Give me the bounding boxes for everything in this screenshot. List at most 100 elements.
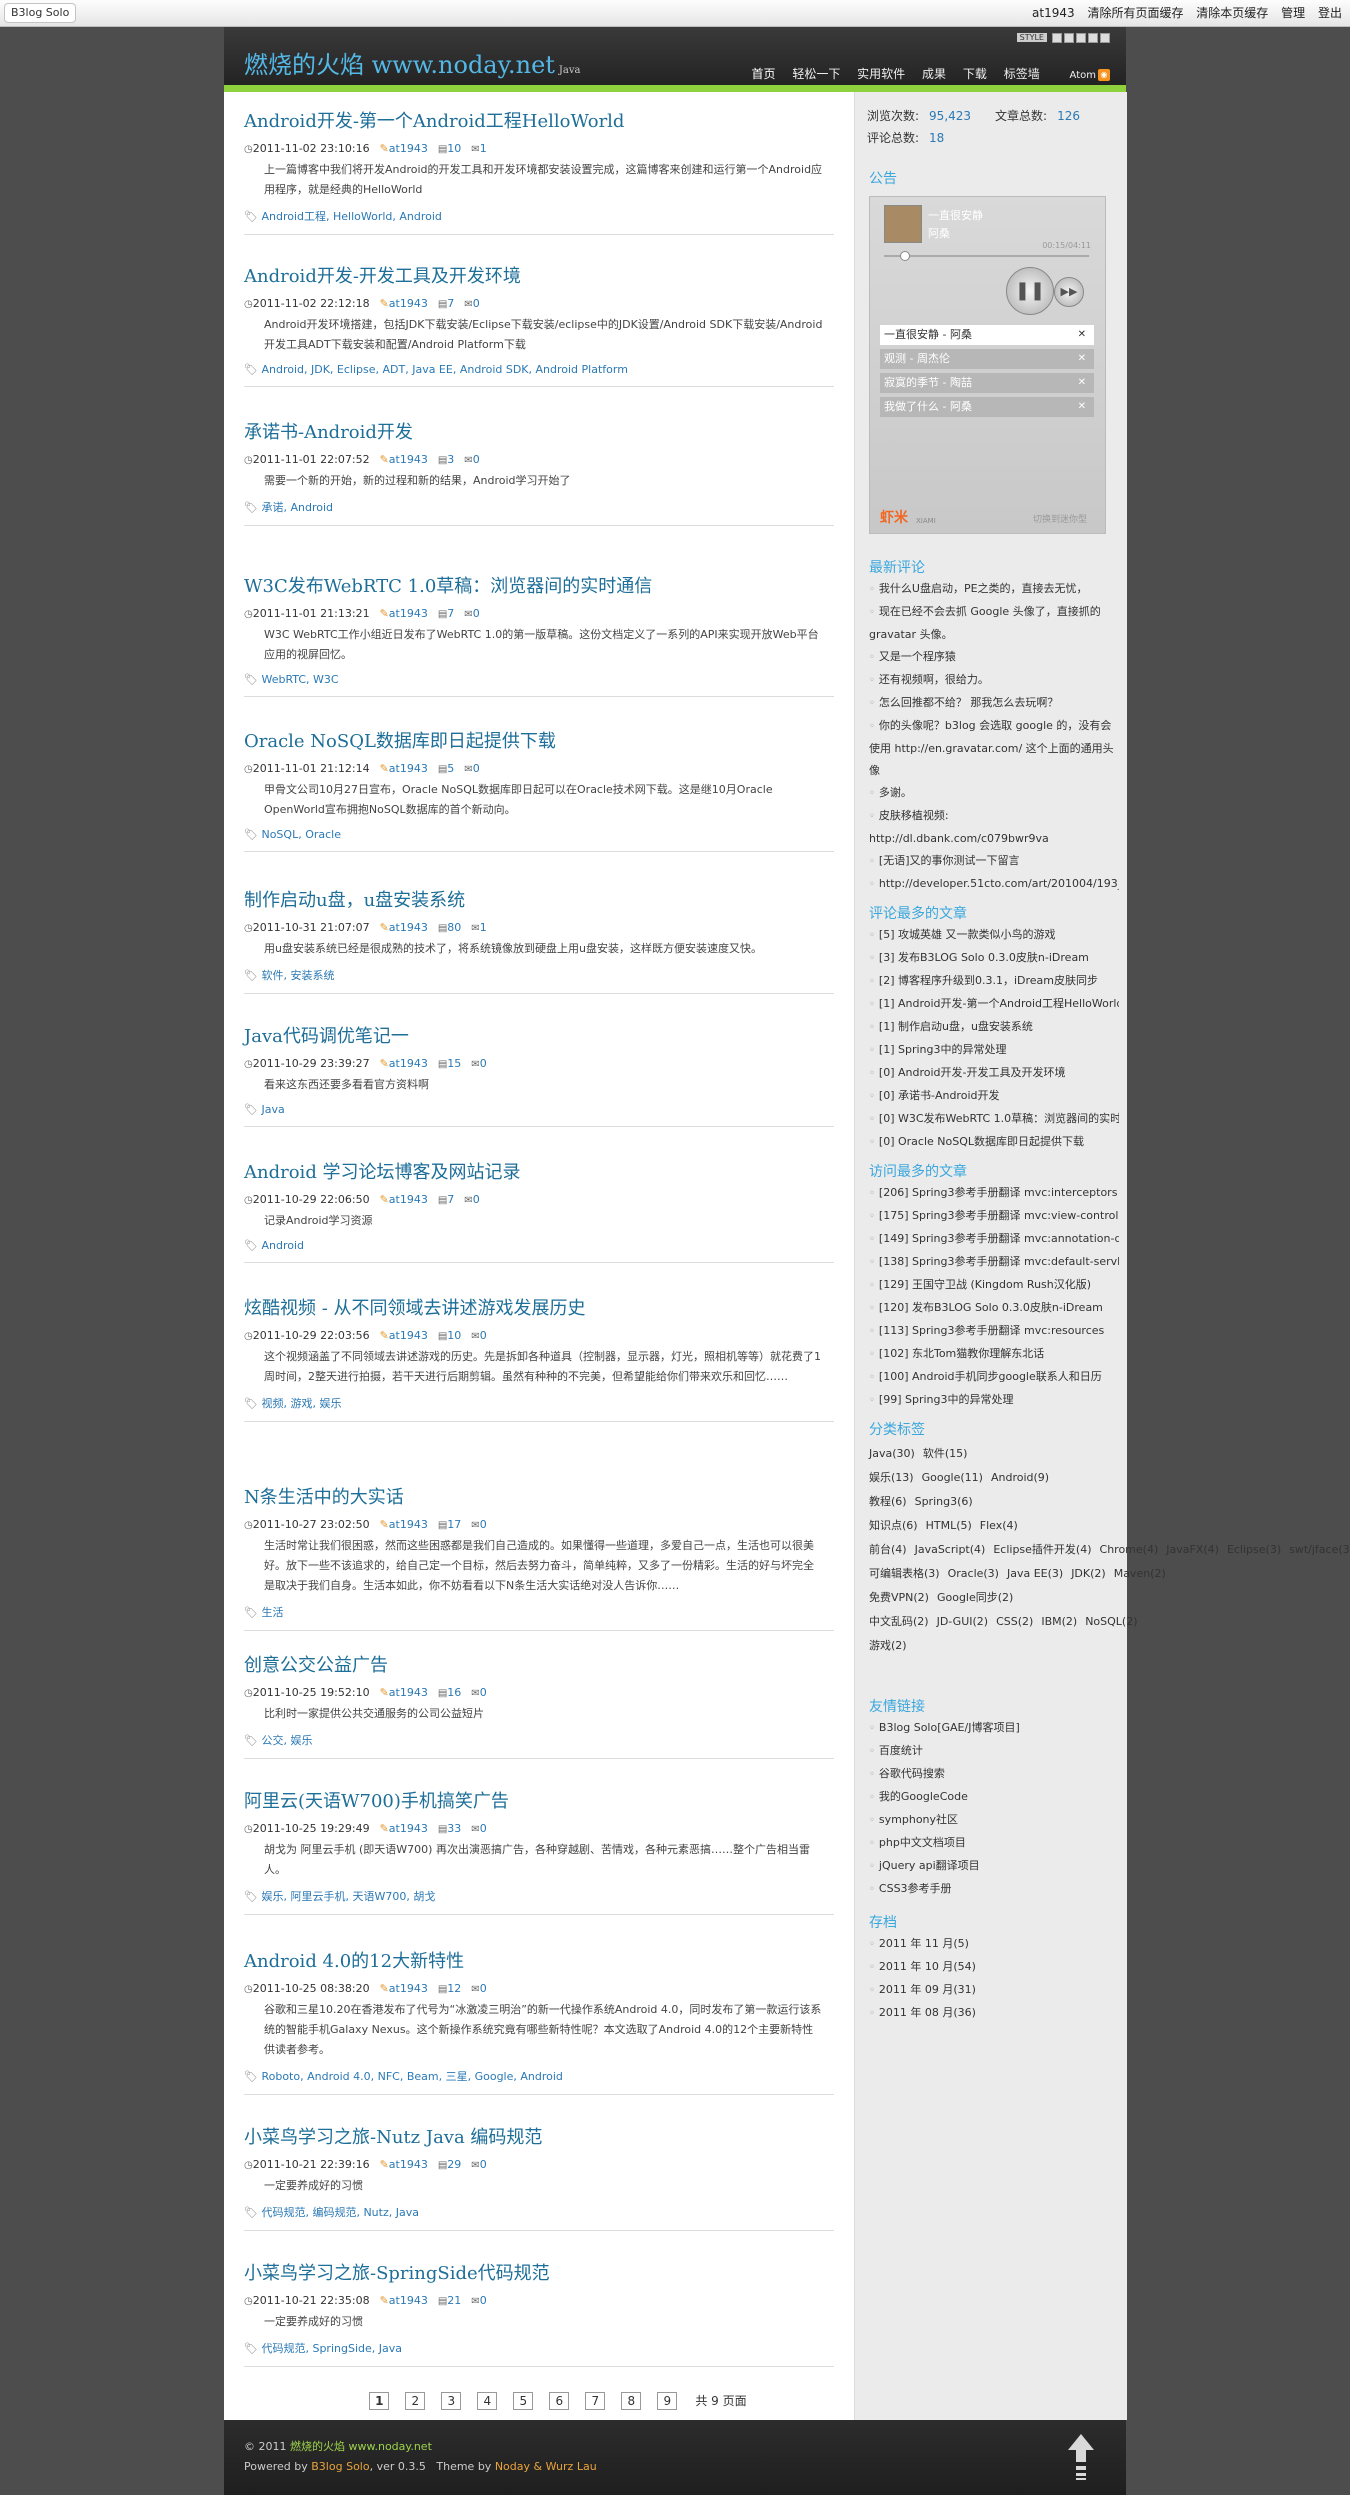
nav-software[interactable]: 实用软件 (857, 67, 905, 81)
article-tags-text[interactable]: 代码规范, 编码规范, Nutz, Java (261, 2206, 419, 2219)
article-views[interactable]: 10 (447, 142, 461, 155)
article-comments[interactable]: 0 (473, 607, 480, 620)
article-comments[interactable]: 0 (480, 1822, 487, 1835)
b3log-link[interactable]: B3log (311, 2460, 342, 2473)
friend-link-item[interactable]: ◦ php中文文档项目 (869, 1832, 1119, 1855)
page-link[interactable]: 2 (405, 2392, 426, 2410)
tag-link[interactable]: HTML(5) (926, 1519, 972, 1532)
article-tags[interactable]: 🏷 软件, 安装系统 (244, 967, 834, 983)
most-commented-item-text[interactable]: [0] W3C发布WebRTC 1.0草稿：浏览器间的实时通信 (879, 1112, 1119, 1125)
article-comments[interactable]: 0 (480, 1518, 487, 1531)
most-viewed-item[interactable]: ◦ [206] Spring3参考手册翻译 mvc:interceptors (869, 1182, 1119, 1205)
most-viewed-item[interactable]: ◦ [129] 王国守卫战 (Kingdom Rush汉化版) (869, 1274, 1119, 1297)
most-commented-item-text[interactable]: [5] 攻城英雄 又一款类似小鸟的游戏 (879, 928, 1056, 941)
archive-item[interactable]: ◦ 2011 年 11 月(5) (869, 1933, 1119, 1956)
rss-icon[interactable]: ◉ (1098, 69, 1110, 81)
article-views[interactable]: 7 (447, 607, 454, 620)
most-viewed-item-text[interactable]: [120] 发布B3LOG Solo 0.3.0皮肤n-iDream (879, 1301, 1103, 1314)
tag-link[interactable]: 知识点(6) (869, 1519, 918, 1532)
most-commented-item[interactable]: ◦ [0] Android开发-开发工具及开发环境 (869, 1062, 1119, 1085)
article-views[interactable]: 80 (447, 921, 461, 934)
remove-track-icon[interactable]: ✕ (1078, 325, 1086, 345)
article-author[interactable]: at1943 (389, 1822, 428, 1835)
article-title[interactable]: 创意公交公益广告 (244, 1651, 834, 1677)
solo-link[interactable]: Solo (346, 2460, 370, 2473)
recent-comment-item[interactable]: ◦ 怎么回推都不给？ 那我怎么去玩啊？ (869, 692, 1119, 715)
article-tags[interactable]: 🏷 代码规范, 编码规范, Nutz, Java (244, 2204, 834, 2220)
article-comments[interactable]: 0 (480, 2294, 487, 2307)
article-comments[interactable]: 0 (473, 297, 480, 310)
tag-link[interactable]: 教程(6) (869, 1495, 907, 1508)
most-commented-item-text[interactable]: [2] 博客程序升级到0.3.1，iDream皮肤同步 (879, 974, 1098, 987)
most-commented-item[interactable]: ◦ [0] Oracle NoSQL数据库即日起提供下载 (869, 1131, 1119, 1154)
article-views[interactable]: 17 (447, 1518, 461, 1531)
tag-link[interactable]: Google同步(2) (937, 1591, 1013, 1604)
tag-link[interactable]: Oracle(3) (948, 1567, 999, 1580)
archive-item[interactable]: ◦ 2011 年 08 月(36) (869, 2002, 1119, 2025)
article-views[interactable]: 21 (447, 2294, 461, 2307)
most-commented-item-text[interactable]: [3] 发布B3LOG Solo 0.3.0皮肤n-iDream (879, 951, 1089, 964)
theme-authors-link[interactable]: Noday & Wurz Lau (495, 2460, 597, 2473)
article-tags[interactable]: 🏷 代码规范, SpringSide, Java (244, 2340, 834, 2356)
most-viewed-item-text[interactable]: [129] 王国守卫战 (Kingdom Rush汉化版) (879, 1278, 1091, 1291)
tag-link[interactable]: 软件(15) (923, 1447, 968, 1460)
tag-link[interactable]: CSS(2) (996, 1615, 1033, 1628)
tag-link[interactable]: Google(11) (922, 1471, 983, 1484)
most-commented-item-text[interactable]: [1] Spring3中的异常处理 (879, 1043, 1007, 1056)
progress-bar[interactable] (884, 255, 1089, 257)
article-title[interactable]: N条生活中的大实话 (244, 1483, 834, 1509)
article-author[interactable]: at1943 (389, 921, 428, 934)
nav-home[interactable]: 首页 (751, 67, 775, 81)
recent-comment-item-text[interactable]: http://developer.51cto.com/art/201004/19… (879, 877, 1119, 890)
article-tags[interactable]: 🏷 NoSQL, Oracle (244, 828, 834, 841)
tag-link[interactable]: swt/jface(3) (1289, 1543, 1350, 1556)
nav-relax[interactable]: 轻松一下 (792, 67, 840, 81)
xiami-logo[interactable]: 虾米 (880, 507, 908, 527)
article-tags-text[interactable]: 生活 (261, 1606, 283, 1619)
recent-comment-item-text[interactable]: 皮肤移植视频: http://dl.dbank.com/c079bwr9va (869, 809, 1049, 845)
tag-link[interactable]: 娱乐(13) (869, 1471, 914, 1484)
style-swatch-2[interactable] (1064, 32, 1074, 43)
article-tags[interactable]: 🏷 WebRTC, W3C (244, 673, 834, 686)
most-viewed-item[interactable]: ◦ [113] Spring3参考手册翻译 mvc:resources (869, 1320, 1119, 1343)
article-tags[interactable]: 🏷 Android, JDK, Eclipse, ADT, Java EE, A… (244, 363, 834, 376)
tag-link[interactable]: Spring3(6) (915, 1495, 973, 1508)
most-viewed-item-text[interactable]: [175] Spring3参考手册翻译 mvc:view-controller (879, 1209, 1119, 1222)
archive-item-text[interactable]: 2011 年 08 月(36) (879, 2006, 976, 2019)
tag-link[interactable]: 游戏(2) (869, 1639, 907, 1652)
article-title[interactable]: 炫酷视频 - 从不同领域去讲述游戏发展历史 (244, 1294, 834, 1320)
playlist-track[interactable]: 观测 - 周杰伦 ✕ (880, 349, 1094, 369)
article-comments[interactable]: 0 (473, 1193, 480, 1206)
archive-item-text[interactable]: 2011 年 09 月(31) (879, 1983, 976, 1996)
most-commented-item-text[interactable]: [1] 制作启动u盘，u盘安装系统 (879, 1020, 1033, 1033)
article-views[interactable]: 7 (447, 1193, 454, 1206)
article-title[interactable]: 阿里云(天语W700)手机搞笑广告 (244, 1787, 834, 1813)
playlist-track[interactable]: 我做了什么 - 阿桑 ✕ (880, 397, 1094, 417)
nav-atom[interactable]: Atom ◉ (1057, 69, 1110, 81)
most-viewed-item-text[interactable]: [113] Spring3参考手册翻译 mvc:resources (879, 1324, 1104, 1337)
friend-link-item-text[interactable]: CSS3参考手册 (879, 1882, 952, 1895)
article-views[interactable]: 3 (447, 453, 454, 466)
article-tags-text[interactable]: WebRTC, W3C (261, 673, 338, 686)
footer-site-name[interactable]: 燃烧的火焰 (290, 2440, 345, 2453)
article-author[interactable]: at1943 (389, 607, 428, 620)
recent-comment-item[interactable]: ◦ 皮肤移植视频: http://dl.dbank.com/c079bwr9va (869, 805, 1119, 850)
tag-link[interactable]: NoSQL(2) (1085, 1615, 1137, 1628)
most-commented-item[interactable]: ◦ [5] 攻城英雄 又一款类似小鸟的游戏 (869, 924, 1119, 947)
article-title[interactable]: Android 学习论坛博客及网站记录 (244, 1158, 834, 1184)
page-link[interactable]: 9 (657, 2392, 678, 2410)
article-title[interactable]: Oracle NoSQL数据库即日起提供下载 (244, 727, 834, 753)
article-views[interactable]: 7 (447, 297, 454, 310)
most-commented-item[interactable]: ◦ [1] 制作启动u盘，u盘安装系统 (869, 1016, 1119, 1039)
article-views[interactable]: 12 (447, 1982, 461, 1995)
most-viewed-item[interactable]: ◦ [102] 东北Tom猫教你理解东北话 (869, 1343, 1119, 1366)
most-viewed-item[interactable]: ◦ [100] Android手机同步google联系人和日历 (869, 1366, 1119, 1389)
friend-link-item-text[interactable]: 百度统计 (879, 1744, 923, 1757)
article-tags[interactable]: 🏷 Android (244, 1239, 834, 1252)
most-commented-item-text[interactable]: [0] Android开发-开发工具及开发环境 (879, 1066, 1066, 1079)
friend-link-item[interactable]: ◦ B3log Solo[GAE/J博客项目] (869, 1717, 1119, 1740)
friend-link-item-text[interactable]: php中文文档项目 (879, 1836, 966, 1849)
article-tags[interactable]: 🏷 视频, 游戏, 娱乐 (244, 1395, 834, 1411)
b3log-solo-badge[interactable]: B3log Solo (4, 3, 77, 23)
article-title[interactable]: 小菜鸟学习之旅-SpringSide代码规范 (244, 2259, 834, 2285)
